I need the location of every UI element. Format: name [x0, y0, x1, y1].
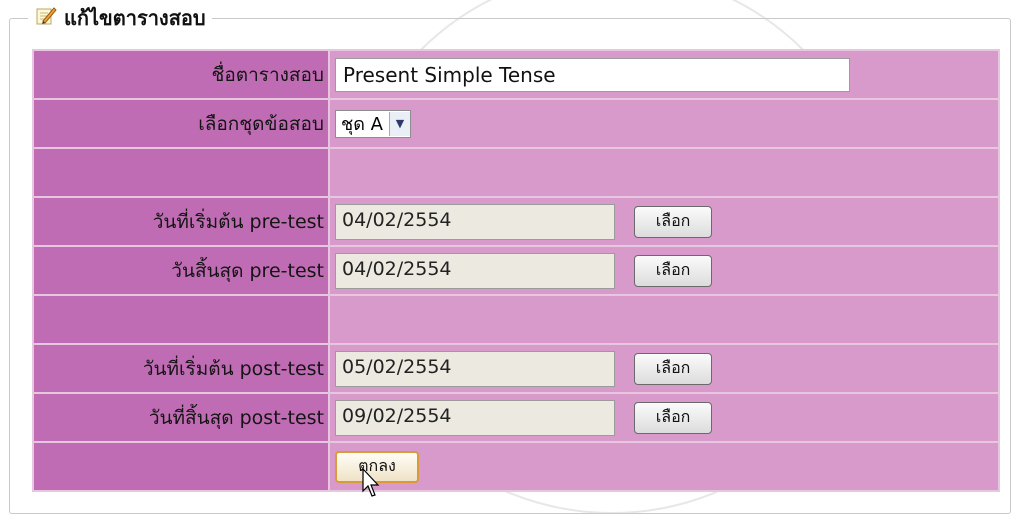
pre-end-pick-button[interactable]: เลือก: [634, 254, 713, 287]
pre-start-date-field[interactable]: 04/02/2554: [335, 203, 615, 240]
mouse-cursor-icon: [362, 467, 382, 502]
chevron-down-icon[interactable]: ▼: [388, 111, 410, 136]
exam-set-select[interactable]: ชุด A ▼: [335, 109, 411, 138]
row-post-end: วันที่สิ้นสุด post-test 09/02/2554 เลือก: [32, 392, 1000, 443]
row-exam-name: ชื่อตารางสอบ: [32, 49, 1000, 100]
fieldset-legend: แก้ไขตารางสอบ: [28, 5, 212, 31]
pre-start-pick-button[interactable]: เลือก: [634, 205, 713, 238]
exam-name-input[interactable]: [335, 57, 850, 92]
post-end-label: วันที่สิ้นสุด post-test: [32, 392, 330, 443]
post-end-date-field[interactable]: 09/02/2554: [335, 399, 615, 436]
post-start-pick-button[interactable]: เลือก: [634, 352, 713, 385]
exam-set-label: เลือกชุดข้อสอบ: [32, 98, 330, 149]
exam-form-table: ชื่อตารางสอบ เลือกชุดข้อสอบ ชุด A ▼ วันท…: [32, 49, 1000, 492]
row-spacer: [32, 294, 1000, 345]
row-exam-set: เลือกชุดข้อสอบ ชุด A ▼: [32, 98, 1000, 149]
pre-end-label: วันสิ้นสุด pre-test: [32, 245, 330, 296]
pre-start-label: วันที่เริ่มต้น pre-test: [32, 196, 330, 247]
pencil-icon: [34, 4, 58, 32]
row-submit: ตกลง: [32, 441, 1000, 492]
post-start-label: วันที่เริ่มต้น post-test: [32, 343, 330, 394]
row-pre-start: วันที่เริ่มต้น pre-test 04/02/2554 เลือก: [32, 196, 1000, 247]
exam-name-label: ชื่อตารางสอบ: [32, 49, 330, 100]
exam-set-selected: ชุด A: [341, 114, 383, 135]
form-title: แก้ไขตารางสอบ: [64, 6, 206, 30]
pre-end-date-field[interactable]: 04/02/2554: [335, 252, 615, 289]
row-pre-end: วันสิ้นสุด pre-test 04/02/2554 เลือก: [32, 245, 1000, 296]
row-post-start: วันที่เริ่มต้น post-test 05/02/2554 เลือ…: [32, 343, 1000, 394]
post-end-pick-button[interactable]: เลือก: [634, 401, 713, 434]
post-start-date-field[interactable]: 05/02/2554: [335, 350, 615, 387]
row-spacer: [32, 147, 1000, 198]
